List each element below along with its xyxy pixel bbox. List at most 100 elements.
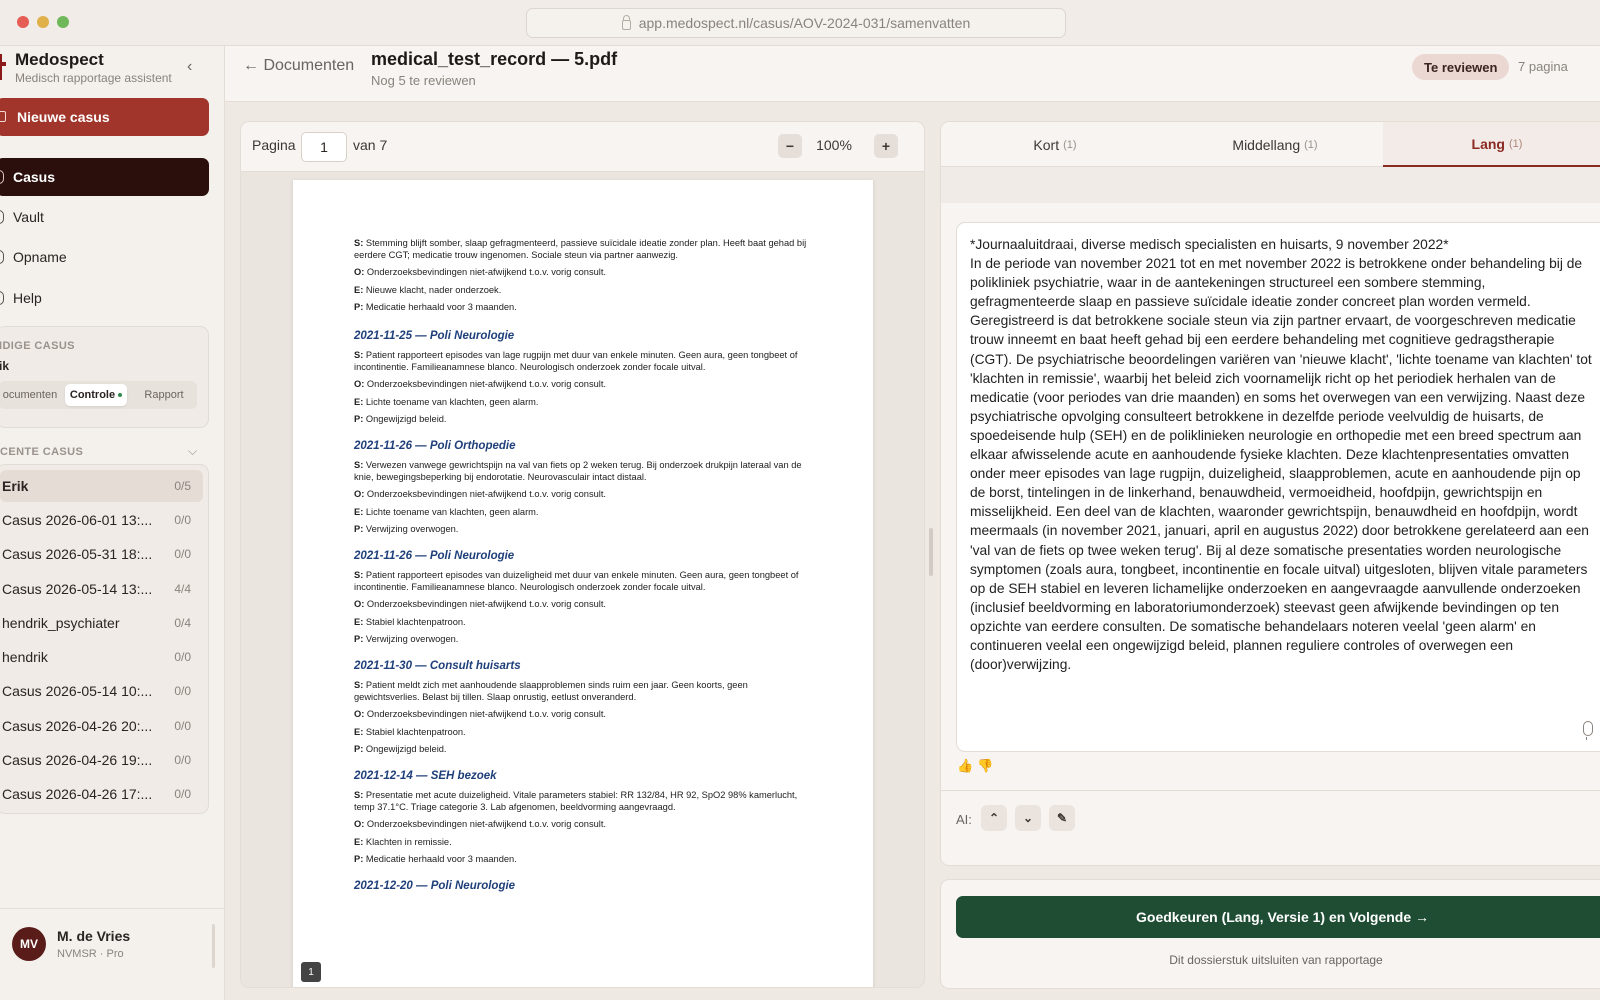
nav-item-help[interactable]: Help [0,279,209,317]
zoom-out-button[interactable]: − [778,134,802,158]
page-count-text: 7 pagina [1518,59,1568,74]
tab-lang[interactable]: Lang (1) [1383,122,1600,167]
tab-count: (1) [1304,138,1318,151]
minimize-window-button[interactable] [37,16,49,28]
ai-edit-button[interactable]: ✎ [1049,805,1075,831]
recent-case-count: 0/0 [174,513,191,527]
page-total-label: van 7 [353,137,388,153]
recent-case-count: 0/0 [174,719,191,733]
entry-line: S: Verwezen vanwege gewrichtspijn na val… [354,460,802,482]
microphone-icon [0,250,4,264]
zoom-level: 100% [816,137,852,153]
back-to-documents-link[interactable]: ← Documenten [243,57,354,75]
entry-line: O: Onderzoeksbevindingen niet-afwijkend … [354,599,607,609]
pencil-icon: ✎ [1056,811,1068,825]
entry-line: S: Stemming blijft somber, slaap gefragm… [354,238,807,260]
entry-title: 2021-12-14 — SEH bezoek [354,770,497,782]
user-profile[interactable]: MV M. de Vries NVMSR · Pro [0,908,225,978]
url-text: app.medospect.nl/casus/AOV-2024-031/same… [638,15,971,31]
entry-line: P: Verwijzing overwogen. [354,524,459,534]
tab-controle[interactable]: Controle [65,384,127,406]
journal-entry: S: Stemming blijft somber, slaap gefragm… [354,238,814,320]
exclude-document-link[interactable]: Dit dossierstuk uitsluiten van rapportag… [956,953,1596,967]
collapse-sidebar-icon[interactable]: ‹ [187,58,192,76]
recent-case-item[interactable]: Casus 2026-05-14 10:... 0/0 [0,675,203,707]
current-case-card: IDIGE CASUS ik ocumenten Controle Rappor… [0,326,209,428]
recent-case-count: 0/4 [174,616,191,630]
summary-tabs: Kort (1) Middellang (1) Lang (1) [941,122,1600,167]
tab-kort[interactable]: Kort (1) [941,122,1169,167]
entry-line: P: Medicatie herhaald voor 3 maanden. [354,302,517,312]
entry-line: P: Verwijzing overwogen. [354,634,459,644]
thumbs-up-icon[interactable]: 👍 [957,758,973,774]
approve-panel: Goedkeuren (Lang, Versie 1) en Volgende … [940,879,1600,989]
entry-line: P: Ongewijzigd beleid. [354,414,447,424]
entry-line: S: Patient meldt zich met aanhoudende sl… [354,680,748,702]
recent-case-count: 0/0 [174,650,191,664]
recent-case-item[interactable]: Casus 2026-04-26 19:... 0/0 [0,744,203,776]
user-role: NVMSR · Pro [57,948,124,960]
entry-line: S: Patient rapporteert episodes van lage… [354,350,798,372]
entry-line: O: Onderzoeksbevindingen niet-afwijkend … [354,819,607,829]
entry-line: O: Onderzoeksbevindingen niet-afwijkend … [354,379,607,389]
pdf-page: S: Stemming blijft somber, slaap gefragm… [293,180,873,987]
entry-line: O: Onderzoeksbevindingen niet-afwijkend … [354,709,607,719]
page-number-input[interactable] [301,132,347,162]
journal-entry: 2021-11-30 — Consult huisarts S: Patient… [354,660,814,762]
nav-item-label: Opname [13,249,67,265]
summary-panel: Kort (1) Middellang (1) Lang (1) *Journa… [940,121,1600,866]
nav-item-vault[interactable]: Vault [0,198,209,236]
recent-case-item[interactable]: Erik 0/5 [0,470,203,502]
thumbs-down-icon[interactable]: 👎 [977,758,993,774]
journal-entry: 2021-11-25 — Poli Neurologie S: Patient … [354,330,814,432]
sidebar-scrollbar[interactable] [212,924,215,968]
recent-case-name: Casus 2026-06-01 13:... [2,512,153,528]
maximize-window-button[interactable] [57,16,69,28]
approve-and-next-button[interactable]: Goedkeuren (Lang, Versie 1) en Volgende … [956,896,1600,938]
tab-count: (1) [1509,137,1523,150]
tab-rapport[interactable]: Rapport [133,384,195,406]
recent-case-item[interactable]: hendrik_psychiater 0/4 [0,607,203,639]
entry-line: E: Stabiel klachtenpatroon. [354,726,466,737]
recent-case-item[interactable]: Casus 2026-05-31 18:... 0/0 [0,538,203,570]
recent-case-item[interactable]: Casus 2026-04-26 17:... 0/0 [0,778,203,810]
recent-case-item[interactable]: hendrik 0/0 [0,641,203,673]
summary-toolbar-strip [941,167,1600,203]
chevrons-up-icon: ⌃ [988,811,1000,825]
brand-name: Medospect [15,50,104,69]
zoom-in-button[interactable]: + [874,134,898,158]
entry-line: P: Ongewijzigd beleid. [354,744,447,754]
current-case-section-label: IDIGE CASUS [0,340,75,352]
entry-line: E: Lichte toename van klachten, geen ala… [354,506,539,517]
entry-title: 2021-11-26 — Poli Neurologie [354,550,515,562]
address-bar[interactable]: app.medospect.nl/casus/AOV-2024-031/same… [526,8,1066,38]
recent-case-item[interactable]: Casus 2026-06-01 13:... 0/0 [0,504,203,536]
nav-item-opname[interactable]: Opname [0,238,209,276]
recent-case-count: 0/0 [174,684,191,698]
recent-case-item[interactable]: Casus 2026-04-26 20:... 0/0 [0,710,203,742]
panel-resize-handle[interactable] [929,528,933,576]
journal-entry: 2021-12-14 — SEH bezoek S: Presentatie m… [354,770,814,872]
ai-shorten-button[interactable]: ⌃ [981,805,1007,831]
entry-title: 2021-11-25 — Poli Neurologie [354,330,515,342]
review-remaining-text: Nog 5 te reviewen [371,73,476,88]
tab-middellang[interactable]: Middellang (1) [1161,122,1389,167]
page-label: Pagina [252,137,296,153]
new-case-button[interactable]: Nieuwe casus [0,98,209,136]
microphone-icon[interactable] [1583,721,1593,740]
close-window-button[interactable] [17,16,29,28]
tab-label: Middellang [1232,136,1301,153]
recent-case-count: 0/0 [174,787,191,801]
entry-title: 2021-12-20 — Poli Neurologie [354,880,516,892]
recent-case-name: Casus 2026-04-26 19:... [2,752,153,768]
nav-item-casus[interactable]: Casus [0,158,209,196]
user-name: M. de Vries [57,928,131,944]
pdf-scroll-area[interactable]: S: Stemming blijft somber, slaap gefragm… [241,172,924,987]
ai-lengthen-button[interactable]: ⌄ [1015,805,1041,831]
chevron-down-icon[interactable]: ⌵ [188,444,197,459]
tab-documenten[interactable]: ocumenten [0,384,61,406]
summary-textarea[interactable]: *Journaaluitdraai, diverse medisch speci… [956,222,1600,752]
recent-case-item[interactable]: Casus 2026-05-14 13:... 4/4 [0,573,203,605]
chevrons-down-icon: ⌄ [1022,811,1034,825]
summary-body: In de periode van november 2021 tot en m… [970,256,1592,673]
